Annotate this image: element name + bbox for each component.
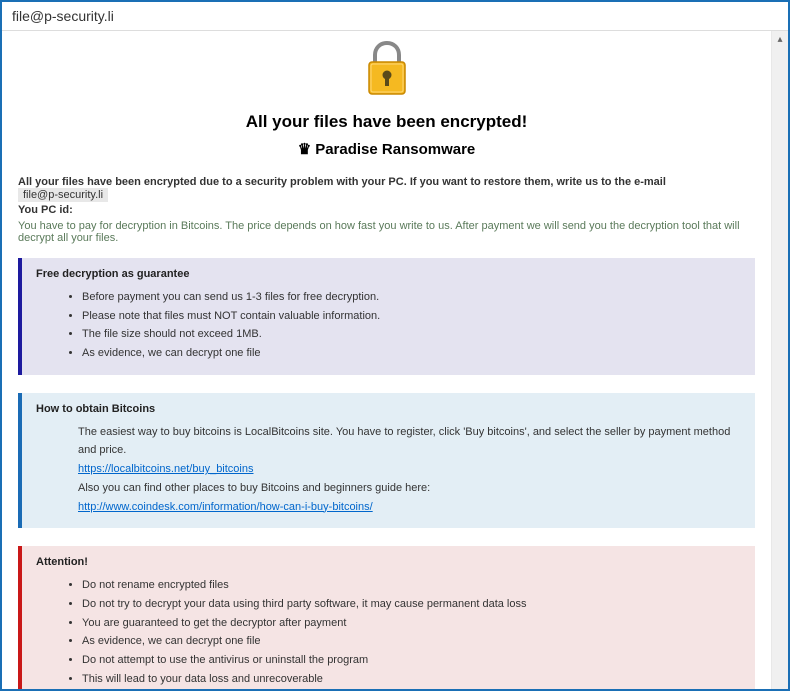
list-item: As evidence, we can decrypt one file	[82, 344, 741, 363]
email-badge: file@p-security.li	[18, 188, 108, 202]
sub-heading-text: Paradise Ransomware	[315, 141, 475, 158]
list-item: As evidence, we can decrypt one file	[82, 632, 741, 651]
crown-icon: ♛	[298, 140, 311, 158]
list-item: The file size should not exceed 1MB.	[82, 325, 741, 344]
window-title: file@p-security.li	[12, 8, 114, 24]
bitcoins-line2: Also you can find other places to buy Bi…	[36, 479, 741, 498]
intro-bold-1: All your files have been encrypted due t…	[18, 176, 666, 188]
intro-line-2: You PC id:	[18, 204, 755, 216]
main-heading: All your files have been encrypted!	[18, 112, 755, 132]
scroll-up-arrow-icon[interactable]: ▴	[772, 31, 788, 48]
bitcoins-link2-wrap: http://www.coindesk.com/information/how-…	[36, 498, 741, 517]
list-item: You are guaranteed to get the decryptor …	[82, 614, 741, 633]
list-item: Do not attempt to use the antivirus or u…	[82, 651, 741, 670]
bitcoins-line1: The easiest way to buy bitcoins is Local…	[36, 423, 741, 460]
sub-heading: ♛Paradise Ransomware	[18, 140, 755, 158]
coindesk-link[interactable]: http://www.coindesk.com/information/how-…	[78, 501, 373, 513]
section-bitcoins: How to obtain Bitcoins The easiest way t…	[18, 393, 755, 528]
guarantee-list: Before payment you can send us 1-3 files…	[36, 288, 741, 363]
localbitcoins-link[interactable]: https://localbitcoins.net/buy_bitcoins	[78, 463, 254, 475]
lock-container	[18, 41, 755, 104]
payment-instruction: You have to pay for decryption in Bitcoi…	[18, 220, 755, 244]
list-item: Before payment you can send us 1-3 files…	[82, 288, 741, 307]
attention-title: Attention!	[36, 556, 741, 568]
pc-id-label: You PC id:	[18, 204, 73, 216]
list-item: Please note that files must NOT contain …	[82, 307, 741, 326]
guarantee-title: Free decryption as guarantee	[36, 268, 741, 280]
lock-icon	[363, 41, 411, 104]
list-item: Do not try to decrypt your data using th…	[82, 595, 741, 614]
app-window: file@p-security.li All your files have b…	[0, 0, 790, 691]
section-guarantee: Free decryption as guarantee Before paym…	[18, 258, 755, 375]
window-titlebar: file@p-security.li	[2, 2, 788, 31]
bitcoins-title: How to obtain Bitcoins	[36, 403, 741, 415]
attention-list: Do not rename encrypted files Do not try…	[36, 576, 741, 689]
section-attention: Attention! Do not rename encrypted files…	[18, 546, 755, 689]
bitcoins-link1-wrap: https://localbitcoins.net/buy_bitcoins	[36, 460, 741, 479]
list-item: Do not rename encrypted files	[82, 576, 741, 595]
content-area: All your files have been encrypted! ♛Par…	[2, 31, 771, 689]
list-item: This will lead to your data loss and unr…	[82, 670, 741, 689]
list-item: Decoders of other users is not suitable …	[82, 688, 741, 689]
intro-line-1: All your files have been encrypted due t…	[18, 176, 755, 202]
vertical-scrollbar[interactable]: ▴	[771, 31, 788, 689]
content-wrapper: All your files have been encrypted! ♛Par…	[2, 31, 788, 689]
